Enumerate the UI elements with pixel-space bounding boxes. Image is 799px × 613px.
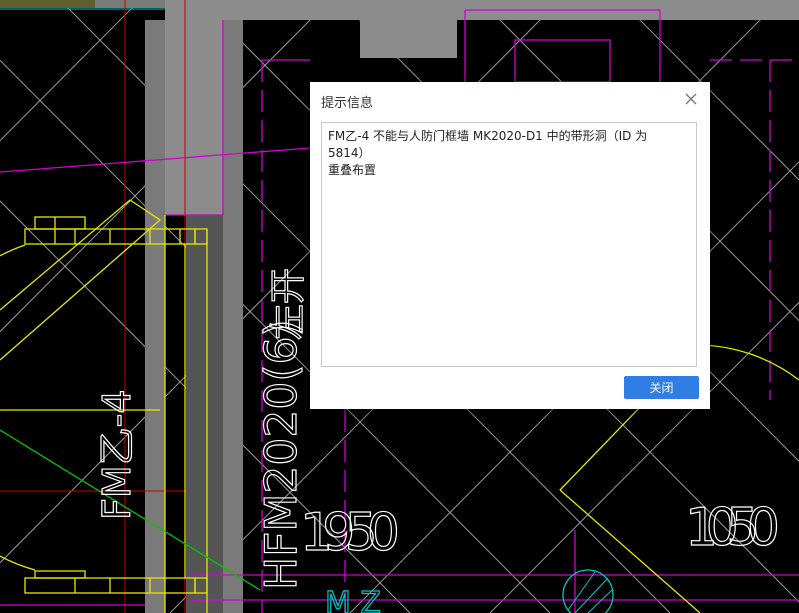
dialog-close-button[interactable]: 关闭 [624,376,699,399]
wall-gray-strip [145,20,165,613]
column-block-top [360,0,457,58]
dialog-message-box[interactable]: FM乙-4 不能与人防门框墙 MK2020-D1 中的带形洞（ID 为 5814… [321,122,697,367]
cad-label-door-code: FM乙-4 [95,389,139,520]
column-block [165,0,223,215]
info-dialog: 提示信息 FM乙-4 不能与人防门框墙 MK2020-D1 中的带形洞（ID 为… [310,82,710,409]
close-icon [685,93,697,105]
cad-dimension-1050: 1050 [685,498,780,558]
dialog-close-x[interactable] [680,88,702,110]
dialog-title: 提示信息 [321,96,374,111]
cad-label-partial: M Z [325,586,381,613]
cad-dimension-1950: 1950 [300,503,400,563]
